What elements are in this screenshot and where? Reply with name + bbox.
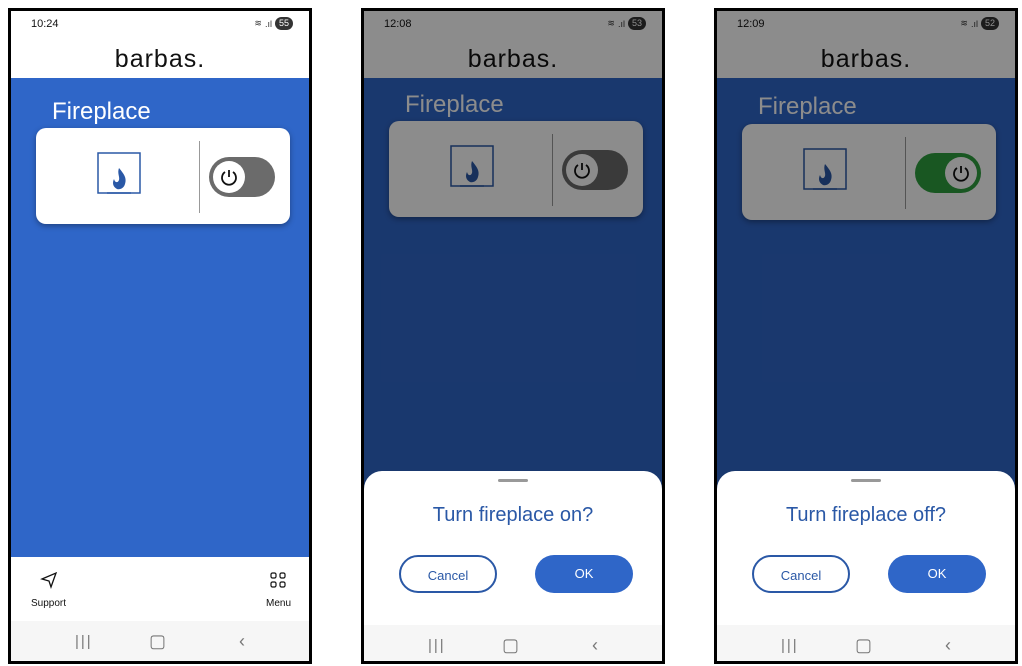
fireplace-card[interactable] xyxy=(36,128,290,224)
app-header: 10:24 ≋ .ıl 55 barbas. xyxy=(11,11,309,78)
fireplace-screen: 12:08 ≋ .ıl 53 barbas. Fireplace Turn fi… xyxy=(364,11,662,661)
dialog-question: Turn fireplace off? xyxy=(785,504,947,526)
support-label: Support xyxy=(31,598,67,609)
cancel-button[interactable]: Cancel xyxy=(752,555,850,593)
home-icon[interactable]: ▢ xyxy=(855,635,872,656)
system-nav-bar: ||| ▢ ‹ xyxy=(11,621,309,661)
flame-icon xyxy=(97,152,141,196)
ok-button[interactable]: OK xyxy=(535,555,633,593)
power-icon xyxy=(221,170,237,186)
sheet-handle[interactable] xyxy=(851,479,881,482)
recent-apps-icon[interactable]: ||| xyxy=(75,633,93,650)
fireplace-screen: 10:24 ≋ .ıl 55 barbas. Fireplace Support… xyxy=(11,11,309,661)
system-nav-bar: ||| ▢ ‹ xyxy=(717,625,1015,661)
status-icons: ≋ .ıl 55 xyxy=(254,17,293,30)
confirm-dialog: Turn fireplace on? Cancel OK ||| ▢ ‹ xyxy=(364,471,662,661)
support-button[interactable]: Support xyxy=(31,571,66,609)
battery-badge: 55 xyxy=(274,17,293,30)
menu-label: Menu xyxy=(265,598,291,609)
ok-button[interactable]: OK xyxy=(888,555,986,593)
sheet-handle[interactable] xyxy=(498,479,528,482)
send-icon xyxy=(39,571,57,589)
card-divider xyxy=(199,141,200,213)
phone-screen-1: 10:24 ≋ .ıl 55 barbas. Fireplace Support… xyxy=(8,8,312,664)
signal-icon: .ıl xyxy=(264,18,272,29)
toggle-knob xyxy=(213,161,245,193)
confirm-dialog: Turn fireplace off? Cancel OK ||| ▢ ‹ xyxy=(717,471,1015,661)
back-icon[interactable]: ‹ xyxy=(945,635,951,656)
back-icon[interactable]: ‹ xyxy=(239,631,245,652)
recent-apps-icon[interactable]: ||| xyxy=(781,637,799,654)
grid-menu-icon xyxy=(270,572,287,588)
page-title: Fireplace xyxy=(52,98,151,125)
wifi-icon: ≋ xyxy=(254,18,262,28)
status-bar: 10:24 ≋ .ıl 55 xyxy=(11,11,309,33)
bottom-navigation: Support Menu xyxy=(11,557,309,627)
phone-screen-3: 12:09 ≋ .ıl 52 barbas. Fireplace Turn fi… xyxy=(714,8,1018,664)
cancel-button[interactable]: Cancel xyxy=(399,555,497,593)
menu-button[interactable]: Menu xyxy=(266,571,291,609)
home-icon[interactable]: ▢ xyxy=(502,635,519,656)
phone-screen-2: 12:08 ≋ .ıl 53 barbas. Fireplace Turn fi… xyxy=(361,8,665,664)
back-icon[interactable]: ‹ xyxy=(592,635,598,656)
recent-apps-icon[interactable]: ||| xyxy=(428,637,446,654)
system-nav-bar: ||| ▢ ‹ xyxy=(364,625,662,661)
power-toggle[interactable] xyxy=(209,157,275,197)
dialog-question: Turn fireplace on? xyxy=(432,504,594,526)
status-time: 10:24 xyxy=(31,18,59,30)
home-icon[interactable]: ▢ xyxy=(149,631,166,652)
app-logo: barbas. xyxy=(114,45,206,73)
fireplace-screen: 12:09 ≋ .ıl 52 barbas. Fireplace Turn fi… xyxy=(717,11,1015,661)
